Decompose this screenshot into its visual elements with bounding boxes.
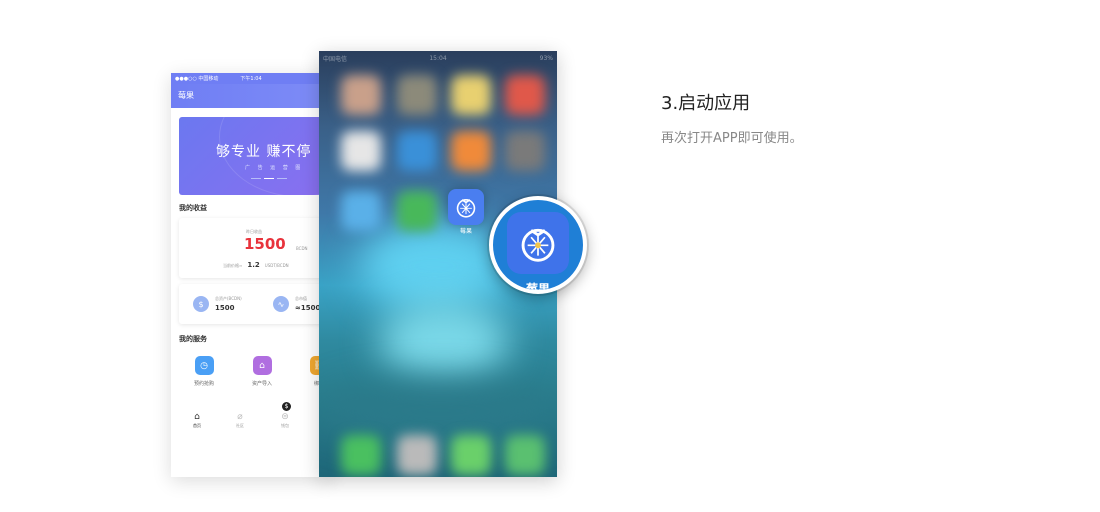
status-time: 下午1:04 xyxy=(240,76,262,82)
price-label: 当前价格≈ xyxy=(223,263,243,268)
clock-icon: ◷ xyxy=(194,356,214,375)
app-header-title: 莓果 xyxy=(178,91,194,100)
tab-home[interactable]: ⌂ 首页 xyxy=(177,412,217,429)
step-title: 3.启动应用 xyxy=(661,93,751,114)
leaf-icon: ⌀ xyxy=(237,412,243,422)
tab-community[interactable]: ⌀ 社区 xyxy=(220,412,260,429)
coin-icon: ⊜ xyxy=(281,412,289,422)
earnings-card[interactable]: 昨日收益 1500 BCDN 当前价格≈ 1.2 USDT/BCDN xyxy=(179,218,331,278)
home-icon: ⌂ xyxy=(194,412,200,422)
step-description: 再次打开APP即可使用。 xyxy=(661,131,803,146)
service-item[interactable]: ◷ 预约抢购 xyxy=(174,356,234,387)
app-header: 莓果 xyxy=(171,84,331,108)
promo-banner[interactable]: 够专业 赚不停 广 告 运 营 图 xyxy=(179,117,331,195)
price-value: 1.2 xyxy=(247,261,260,269)
dollar-coin-icon: $ xyxy=(193,296,209,312)
earnings-value: 1500 xyxy=(244,235,286,253)
berry-icon xyxy=(521,228,555,262)
service-item[interactable]: ⌂ 资产导入 xyxy=(232,356,292,387)
market-value: ≈1500 xyxy=(295,304,321,312)
total-asset-value: 1500 xyxy=(215,304,235,312)
app-launcher-icon[interactable] xyxy=(448,189,484,225)
carrier-label: ●●●○○ 中国移动 xyxy=(175,76,219,82)
app-launcher-label: 莓果 xyxy=(459,228,472,235)
tab-wallet[interactable]: ⊜ 钱包 xyxy=(265,412,305,429)
magnified-app-icon[interactable]: 莓果 xyxy=(489,196,587,294)
banner-pager xyxy=(251,178,287,179)
service-label: 预约抢购 xyxy=(193,381,214,387)
earnings-section-title: 我的收益 xyxy=(179,204,207,212)
service-label: 资产导入 xyxy=(251,381,272,387)
app-phone-screen: ●●●○○ 中国移动 下午1:04 莓果 够专业 赚不停 广 告 运 营 图 我… xyxy=(171,73,331,477)
price-unit: USDT/BCDN xyxy=(264,263,289,268)
app-icon-large xyxy=(507,212,569,274)
home-icon: ⌂ xyxy=(252,356,272,375)
trend-icon: ∿ xyxy=(273,296,289,312)
total-asset-label: 总资产(BCDN) xyxy=(215,296,242,301)
asset-card[interactable]: $ 总资产(BCDN) 1500 ∿ 总市值 ≈1500 xyxy=(179,284,331,324)
market-value-label: 总市值 xyxy=(295,296,307,301)
services-section-title: 我的服务 xyxy=(179,335,207,343)
carrier-label: 中国电信 xyxy=(323,55,348,63)
home-status-bar: 中国电信 15:04 93% xyxy=(319,51,557,65)
earnings-unit: BCDN xyxy=(296,246,308,251)
battery-level: 93% xyxy=(539,54,554,62)
tab-label: 钱包 xyxy=(281,423,289,428)
wallet-badge: $ xyxy=(282,402,291,411)
tab-label: 社区 xyxy=(236,423,244,428)
tab-label: 首页 xyxy=(193,423,201,428)
berry-icon xyxy=(456,199,476,218)
status-time: 15:04 xyxy=(429,54,447,62)
banner-subtitle: 广 告 运 营 图 xyxy=(245,165,304,171)
stage: ●●●○○ 中国移动 下午1:04 莓果 够专业 赚不停 广 告 运 营 图 我… xyxy=(0,0,1100,512)
price-row: 当前价格≈ 1.2 USDT/BCDN xyxy=(223,261,289,269)
app-status-bar: ●●●○○ 中国移动 下午1:04 xyxy=(171,73,331,84)
banner-title: 够专业 赚不停 xyxy=(216,144,312,160)
